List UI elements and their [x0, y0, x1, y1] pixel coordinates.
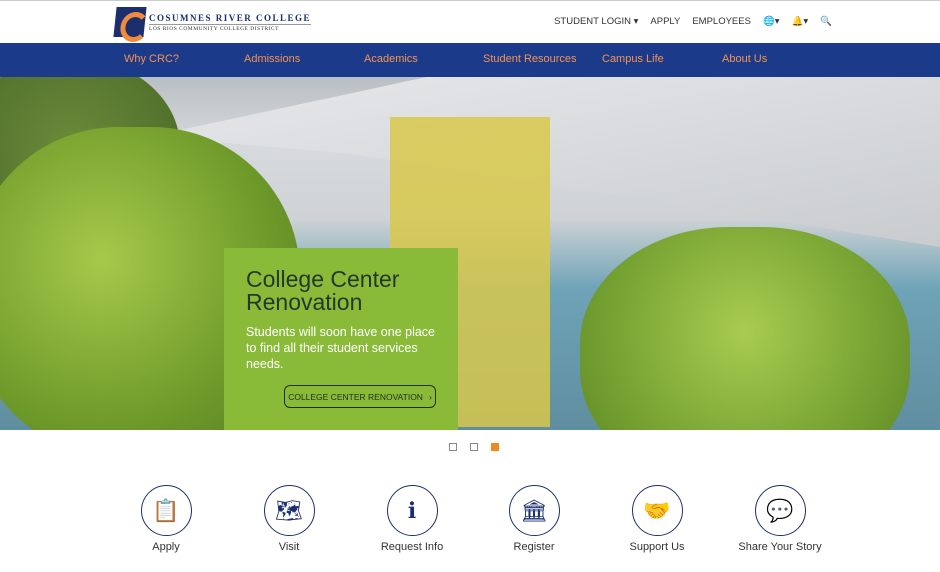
- chevron-right-icon: ›: [428, 391, 432, 402]
- quick-link-label: Request Info: [380, 541, 444, 553]
- nav-academics[interactable]: Academics: [364, 53, 418, 65]
- nav-admissions[interactable]: Admissions: [244, 53, 300, 65]
- institution-icon: 🏛: [508, 485, 560, 536]
- nav-about-us[interactable]: About Us: [722, 53, 767, 65]
- apply-form-icon: 📋: [140, 485, 192, 536]
- map-icon: 🗺: [263, 485, 315, 536]
- quick-link-request-info[interactable]: ℹ Request Info: [357, 485, 467, 553]
- hero-text: Students will soon have one place to fin…: [246, 325, 436, 371]
- bell-icon[interactable]: 🔔▾: [792, 16, 809, 27]
- quick-link-visit[interactable]: 🗺 Visit: [234, 485, 344, 553]
- quick-link-label: Visit: [278, 541, 300, 553]
- handshake-icon: 🤝: [631, 485, 683, 536]
- college-logo[interactable]: COSUMNES RIVER COLLEGE LOS RIOS COMMUNIT…: [113, 7, 312, 37]
- search-icon[interactable]: 🔍: [820, 16, 832, 27]
- header: COSUMNES RIVER COLLEGE LOS RIOS COMMUNIT…: [0, 0, 940, 43]
- quick-link-label: Share Your Story: [738, 541, 822, 553]
- quick-link-register[interactable]: 🏛 Register: [479, 485, 589, 553]
- student-login-menu[interactable]: STUDENT LOGIN ▾: [554, 16, 638, 27]
- apply-link[interactable]: APPLY: [650, 16, 680, 27]
- employees-link[interactable]: EMPLOYEES: [692, 16, 751, 27]
- quick-link-label: Apply: [152, 541, 180, 553]
- carousel-dot[interactable]: [449, 443, 457, 451]
- quick-link-label: Support Us: [629, 541, 685, 553]
- nav-campus-life[interactable]: Campus Life: [602, 53, 664, 65]
- nav-student-resources[interactable]: Student Resources: [483, 53, 577, 65]
- quick-link-apply[interactable]: 📋 Apply: [111, 485, 221, 553]
- button-label: COLLEGE CENTER RENOVATION: [288, 391, 423, 402]
- hero-image-tree: [580, 227, 910, 430]
- globe-icon[interactable]: 🌐▾: [763, 16, 780, 27]
- hero-carousel: College Center Renovation Students will …: [0, 77, 940, 430]
- quick-link-share-your-story[interactable]: 💬 Share Your Story: [725, 485, 835, 553]
- quick-link-support-us[interactable]: 🤝 Support Us: [602, 485, 712, 553]
- college-center-renovation-button[interactable]: COLLEGE CENTER RENOVATION ›: [284, 385, 436, 408]
- logo-subtitle: LOS RIOS COMMUNITY COLLEGE DISTRICT: [149, 25, 280, 32]
- hero-card: College Center Renovation Students will …: [224, 248, 458, 430]
- main-nav: Why CRC? Admissions Academics Student Re…: [0, 43, 940, 77]
- carousel-dots: [449, 443, 499, 451]
- hero-title: College Center Renovation: [246, 266, 400, 315]
- quick-link-label: Register: [513, 541, 555, 553]
- carousel-dot-active[interactable]: [491, 443, 499, 451]
- chat-bubble-icon: 💬: [754, 485, 806, 536]
- nav-why-crc[interactable]: Why CRC?: [124, 53, 179, 65]
- info-icon: ℹ: [386, 485, 438, 536]
- carousel-dot[interactable]: [470, 443, 478, 451]
- logo-name: COSUMNES RIVER COLLEGE: [149, 12, 312, 25]
- logo-icon: [113, 7, 147, 37]
- utility-nav: STUDENT LOGIN ▾ APPLY EMPLOYEES 🌐▾ 🔔▾ 🔍: [554, 16, 832, 27]
